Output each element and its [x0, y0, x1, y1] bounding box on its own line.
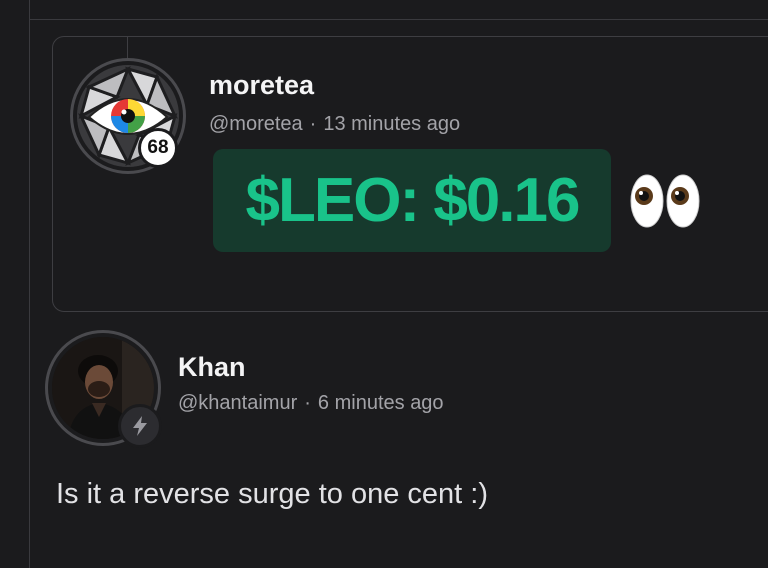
eyes-emoji-icon	[630, 174, 700, 228]
thread-line	[29, 0, 30, 568]
reply-body: Is it a reverse surge to one cent :)	[56, 478, 488, 510]
price-image: $LEO: $0.16	[213, 149, 611, 252]
meta-separator: ·	[304, 392, 311, 414]
reply-timestamp[interactable]: 6 minutes ago	[318, 392, 444, 414]
reputation-badge: 68	[138, 128, 178, 168]
divider	[29, 19, 768, 20]
reply-handle[interactable]: @khantaimur	[178, 392, 297, 414]
quoted-handle[interactable]: @moretea	[209, 113, 303, 135]
lightning-bolt-icon	[133, 416, 147, 436]
quoted-meta: @moretea · 13 minutes ago	[209, 113, 460, 136]
quoted-display-name[interactable]: moretea	[209, 70, 314, 101]
meta-separator: ·	[309, 113, 317, 135]
quoted-timestamp[interactable]: 13 minutes ago	[323, 113, 460, 135]
reply-display-name[interactable]: Khan	[178, 352, 246, 383]
reply-meta: @khantaimur · 6 minutes ago	[178, 392, 444, 415]
thread-connector	[127, 37, 128, 59]
bolt-badge	[118, 404, 162, 448]
